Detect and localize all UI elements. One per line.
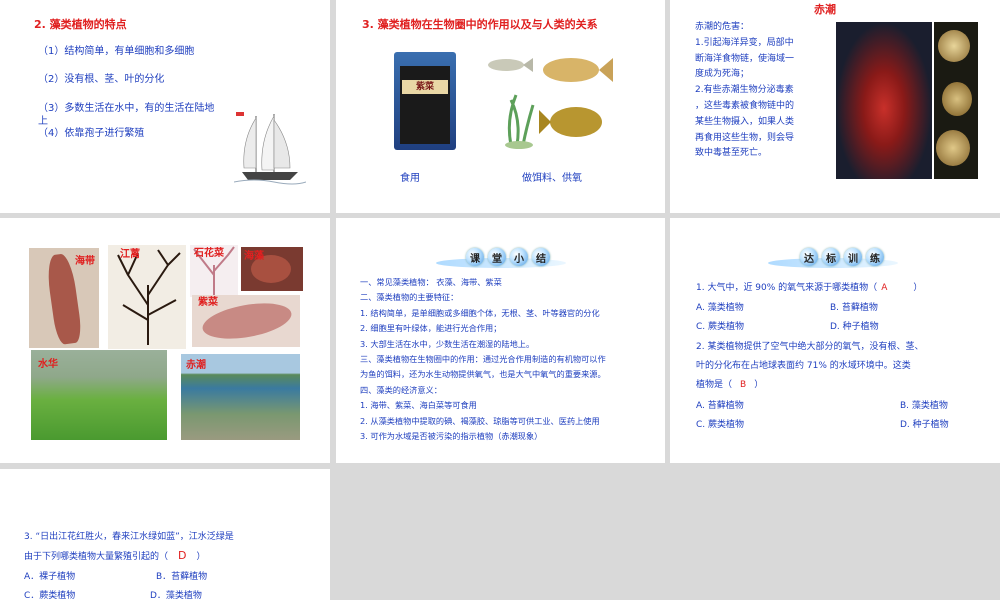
label-seaweed: 海藻: [244, 251, 264, 262]
summary-line: 为鱼的饵料，还为水生动物提供氧气，也是大气中氧气的重要来源。: [360, 369, 606, 379]
q2-option-b: B. 藻类植物: [900, 401, 948, 411]
q3-option-a: A．裸子植物: [24, 572, 76, 582]
slide-title: 3. 藻类植物在生物圈中的作用以及与人类的关系: [362, 18, 598, 31]
label-gracilaria: 江蓠: [120, 249, 140, 260]
red-tide-sea-image: [836, 22, 932, 179]
text-line: 某些生物摄入，如果人类: [695, 116, 795, 127]
package-label: 紫菜: [402, 80, 448, 94]
summary-line: 一、常见藻类植物： 衣藻、海带、紫菜: [360, 277, 502, 287]
summary-line: 1. 海带、紫菜、海白菜等可食用: [360, 400, 477, 410]
slide-algae-role[interactable]: 3. 藻类植物在生物圈中的作用以及与人类的关系 紫菜 食用 做饵料、供氧: [336, 0, 665, 213]
label-water-bloom: 水华: [38, 359, 58, 370]
summary-line: 四、藻类的经济意义：: [360, 385, 442, 395]
badge-char: 训: [844, 248, 862, 266]
badge-char: 标: [822, 248, 840, 266]
text-line: 度成为死海；: [695, 69, 750, 80]
answer-mark: A: [881, 283, 888, 293]
badge-char: 小: [510, 248, 528, 266]
red-tide-text: 赤潮的危害： 1.引起海洋异变，局部中 断海洋食物链，使海域一 度成为死海； 2…: [695, 20, 794, 162]
sailboat-icon: [234, 112, 306, 185]
q3-option-b: B．苔藓植物: [156, 572, 208, 582]
slide-algae-photos[interactable]: 海带 江蓠 石花菜 海藻 紫菜 水华 赤潮: [0, 218, 330, 463]
question-1: 1. 大气中，近 90% 的氧气来源于哪类植物（ A ）: [696, 280, 922, 293]
slide-title: 2. 藻类植物的特点: [34, 18, 127, 31]
text-line: 2.有些赤潮生物分泌毒素: [695, 85, 794, 96]
summary-line: 3. 大部生活在水中，少数生活在潮湿的陆地上。: [360, 339, 535, 349]
question-close: ）: [196, 552, 206, 562]
text-line: 断海洋食物链，使海域一: [695, 53, 795, 64]
text-line: 赤潮的危害：: [695, 22, 750, 32]
badge-char: 达: [800, 248, 818, 266]
slide-class-summary[interactable]: 课 堂 小 结 一、常见藻类植物： 衣藻、海带、紫菜 二、藻类植物的主要特征： …: [336, 218, 665, 463]
label-porphyra: 紫菜: [198, 297, 218, 308]
q1-option-d: D. 种子植物: [830, 322, 879, 332]
label-gelidium: 石花菜: [194, 248, 224, 259]
q2-option-d: D. 种子植物: [900, 420, 949, 430]
summary-line: 三、藻类植物在生物圈中的作用：通过光合作用制造的有机物可以作: [360, 354, 606, 364]
feature-item-2: （2）没有根、茎、叶的分化: [38, 74, 165, 85]
dinoflagellate-image: [934, 22, 978, 179]
q3-option-d: D．藻类植物: [150, 591, 202, 600]
summary-line: 二、藻类植物的主要特征：: [360, 292, 459, 302]
slide-algae-features[interactable]: 2. 藻类植物的特点 （1）结构简单，有单细胞和多细胞 （2）没有根、茎、叶的分…: [0, 0, 330, 213]
answer-mark: D: [178, 549, 187, 562]
question-text: 由于下列哪类植物大量繁殖引起的（: [24, 552, 169, 562]
q2-line-1: 2. 某类植物提供了空气中绝大部分的氧气，没有根、茎、: [696, 342, 924, 352]
slide-title: 赤潮: [814, 3, 836, 16]
nori-package-image: 紫菜: [394, 52, 456, 150]
summary-line: 3. 可作为水域是否被污染的指示植物（赤潮现象）: [360, 431, 543, 441]
answer-mark: B: [740, 380, 747, 390]
badge-char: 堂: [488, 248, 506, 266]
q2-option-a: A. 苔藓植物: [696, 401, 744, 411]
q3-line-1: 3. “日出江花红胜火，春来江水绿如蓝”，江水泛绿是: [24, 532, 234, 542]
q2-line-3: 植物是（ B ）: [696, 377, 763, 390]
summary-line: 1. 结构简单，是单细胞或多细胞个体，无根、茎、叶等器官的分化: [360, 308, 600, 318]
slide-question-3[interactable]: 3. “日出江花红胜火，春来江水绿如蓝”，江水泛绿是 由于下列哪类植物大量繁殖引…: [0, 469, 330, 600]
text-line: 致中毒甚至死亡。: [695, 148, 768, 159]
fish-and-algae-image: [488, 58, 613, 149]
q1-option-c: C. 蕨类植物: [696, 322, 745, 332]
question-text: 1. 大气中，近 90% 的氧气来源于哪类植物（: [696, 283, 878, 293]
q2-line-2: 叶的分化布在占地球表面约 71% 的水域环境中。这类: [696, 361, 911, 371]
summary-line: 2. 细胞里有叶绿体，能进行光合作用；: [360, 323, 502, 333]
slide-practice[interactable]: 达 标 训 练 1. 大气中，近 90% 的氧气来源于哪类植物（ A ） A. 藻类…: [670, 218, 1000, 463]
question-close: ）: [754, 380, 764, 390]
label-kelp: 海带: [75, 256, 95, 267]
text-line: 1.引起海洋异变，局部中: [695, 37, 794, 48]
q3-line-2: 由于下列哪类植物大量繁殖引起的（ D ）: [24, 549, 206, 562]
badge-char: 课: [466, 248, 484, 266]
caption-food: 食用: [400, 173, 420, 184]
badge-char: 结: [532, 248, 550, 266]
slide-red-tide[interactable]: 赤潮 赤潮的危害： 1.引起海洋异变，局部中 断海洋食物链，使海域一 度成为死海…: [670, 0, 1000, 213]
q2-option-c: C. 蕨类植物: [696, 420, 745, 430]
text-line: 再食用这些生物，则会导: [695, 132, 795, 143]
q1-option-b: B. 苔藓植物: [830, 303, 878, 313]
text-line: ，这些毒素被食物链中的: [695, 100, 795, 111]
summary-badge: 课 堂 小 结: [464, 248, 552, 266]
summary-line: 2. 从藻类植物中提取的碘、褐藻胶、琼脂等可供工业、医药上使用: [360, 416, 600, 426]
feature-item-4: （4）依靠孢子进行繁殖: [38, 128, 145, 139]
badge-char: 练: [866, 248, 884, 266]
gracilaria-photo: [108, 245, 186, 349]
practice-badge: 达 标 训 练: [798, 248, 886, 266]
label-red-tide: 赤潮: [186, 360, 206, 371]
feature-item-1: （1）结构简单，有单细胞和多细胞: [38, 46, 195, 57]
question-close: ）: [913, 283, 923, 293]
question-text: 植物是（: [696, 380, 733, 390]
feature-item-3: （3）多数生活在水中，有的生活在陆地: [38, 103, 215, 114]
caption-bait-oxygen: 做饵料、供氧: [522, 173, 582, 184]
q1-option-a: A. 藻类植物: [696, 303, 744, 313]
q3-option-c: C．蕨类植物: [24, 591, 76, 600]
